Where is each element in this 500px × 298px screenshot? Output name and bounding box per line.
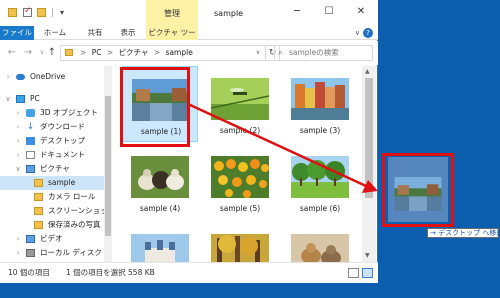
- drag-arrow: [187, 102, 378, 193]
- drag-tooltip: → デスクトップ へ移動: [427, 228, 500, 238]
- dragged-file-ghost: [388, 157, 448, 222]
- thumbnail-canal: [392, 177, 444, 211]
